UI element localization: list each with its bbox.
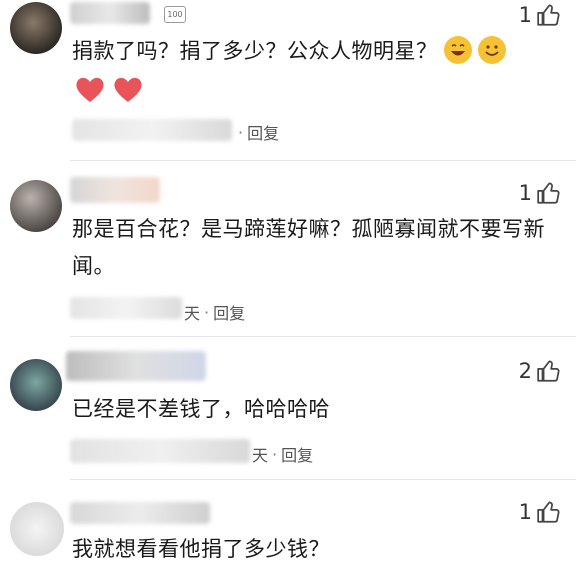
like-button[interactable]: 1	[519, 499, 562, 525]
laughing-emoji-icon	[443, 36, 472, 64]
comment-4: 1 我就想看看他捐了多少钱？	[0, 480, 576, 567]
comment-text: 那是百合花？是马蹄莲好嘛？孤陋寡闻就不要写新闻。	[72, 217, 545, 278]
username-blurred[interactable]	[70, 177, 160, 203]
timestamp-blurred	[72, 119, 232, 141]
comment-meta: · 回复	[234, 120, 279, 144]
comment-3: 2 已经是不差钱了，哈哈哈哈 天 · 回复	[0, 337, 576, 479]
comment-text: 捐款了吗？捐了多少？公众人物明星？	[72, 33, 552, 70]
timestamp-suffix: 天	[184, 304, 201, 323]
smile-emoji-icon	[477, 36, 506, 64]
like-count: 2	[518, 359, 532, 383]
timestamp-blurred	[70, 297, 182, 319]
username-blurred[interactable]	[66, 351, 206, 381]
level-badge: 100	[164, 6, 186, 23]
reply-button[interactable]: 回复	[281, 442, 313, 466]
reply-button[interactable]: 回复	[213, 300, 245, 324]
thumbs-up-icon	[537, 4, 560, 26]
avatar[interactable]	[10, 502, 64, 556]
heart-icon	[114, 77, 142, 102]
avatar[interactable]	[10, 2, 62, 54]
heart-icon	[76, 77, 104, 102]
timestamp-blurred	[70, 439, 250, 463]
like-button[interactable]: 2	[519, 358, 562, 384]
thumbs-up-icon	[537, 182, 560, 204]
comment-text: 已经是不差钱了，哈哈哈哈	[72, 397, 330, 421]
like-button[interactable]: 1	[519, 2, 562, 28]
username-blurred[interactable]	[70, 502, 210, 524]
comment-1: 100 1 捐款了吗？捐了多少？公众人物明星？ · 回复	[0, 0, 576, 160]
avatar[interactable]	[10, 359, 62, 411]
reply-button[interactable]: 回复	[247, 120, 279, 144]
username-blurred[interactable]	[70, 2, 150, 24]
comment-meta: 天 · 回复	[252, 442, 313, 466]
thumbs-up-icon	[537, 360, 560, 382]
like-count: 1	[518, 3, 532, 27]
timestamp-suffix: 天	[252, 446, 269, 465]
avatar[interactable]	[10, 180, 62, 232]
like-button[interactable]: 1	[519, 180, 562, 206]
comment-meta: 天 · 回复	[184, 300, 245, 324]
thumbs-up-icon	[537, 501, 560, 523]
like-count: 1	[518, 500, 532, 524]
comment-2: 1 那是百合花？是马蹄莲好嘛？孤陋寡闻就不要写新闻。 天 · 回复	[0, 161, 576, 336]
comment-text: 我就想看看他捐了多少钱？	[72, 537, 330, 561]
like-count: 1	[518, 181, 532, 205]
